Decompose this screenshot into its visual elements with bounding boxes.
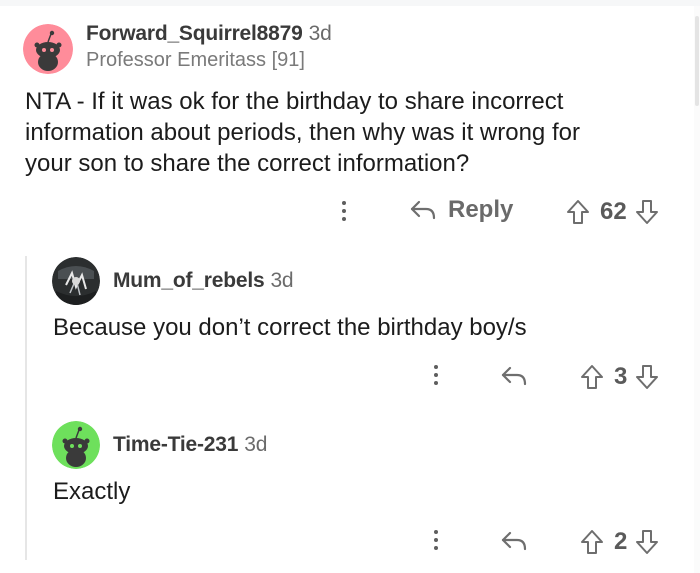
more-options-icon: [342, 201, 346, 205]
comment-body-line: Because you don’t correct the birthday b…: [53, 314, 527, 341]
more-options-button[interactable]: [433, 530, 439, 550]
comment-body-line: NTA - If it was ok for the birthday to s…: [25, 88, 564, 115]
more-options-icon: [434, 365, 438, 369]
comment-body-line: information about periods, then why was …: [25, 119, 580, 146]
username[interactable]: Mum_of_rebels: [113, 269, 265, 292]
comment-timestamp: 3d: [270, 269, 294, 292]
upvote-arrow-icon[interactable]: [580, 364, 604, 390]
downvote-arrow-icon[interactable]: [635, 529, 659, 555]
reply-button[interactable]: [499, 529, 529, 553]
snoo-avatar-icon: [23, 24, 73, 74]
comment-body: NTA - If it was ok for the birthday to s…: [25, 86, 685, 179]
avatar[interactable]: [52, 257, 100, 305]
username[interactable]: Time-Tie-231: [113, 433, 238, 456]
upvote-arrow-icon[interactable]: [580, 529, 604, 555]
profile-photo-icon: [52, 257, 100, 305]
upvote-arrow-icon[interactable]: [566, 199, 590, 225]
snoo-avatar-icon: [52, 421, 100, 469]
scrollbar[interactable]: [694, 6, 700, 573]
scrollbar-thumb[interactable]: [695, 16, 699, 106]
comment-author[interactable]: Mum_of_rebels 3d: [113, 269, 294, 293]
thread-line[interactable]: [25, 256, 27, 560]
comment-timestamp: 3d: [244, 433, 268, 456]
vote-count: 62: [600, 198, 627, 225]
more-options-icon: [434, 530, 438, 534]
comment-timestamp: 3d: [308, 22, 332, 45]
comment-author[interactable]: Time-Tie-231 3d: [113, 433, 267, 457]
comment-body: Exactly: [53, 476, 673, 507]
reply-button[interactable]: Reply: [408, 196, 513, 224]
avatar[interactable]: [23, 24, 73, 74]
reply-button[interactable]: [499, 364, 529, 388]
comment-body-line: your son to share the correct informatio…: [25, 150, 470, 177]
comment-body-line: Exactly: [53, 478, 131, 505]
reply-arrow-icon: [410, 200, 436, 220]
reply-label[interactable]: Reply: [448, 196, 513, 224]
more-options-button[interactable]: [341, 201, 347, 221]
comment-body: Because you don’t correct the birthday b…: [53, 312, 673, 343]
username[interactable]: Forward_Squirrel8879: [86, 22, 303, 45]
comment-author[interactable]: Forward_Squirrel8879 3d: [86, 22, 332, 46]
avatar[interactable]: [52, 421, 100, 469]
top-bar: [0, 0, 700, 6]
reply-arrow-icon: [501, 531, 527, 551]
vote-controls: 3: [580, 363, 659, 391]
reply-arrow-icon: [501, 366, 527, 386]
downvote-arrow-icon[interactable]: [635, 199, 659, 225]
vote-controls: 2: [580, 528, 659, 556]
downvote-arrow-icon[interactable]: [635, 364, 659, 390]
vote-count: 3: [614, 363, 628, 390]
vote-count: 2: [614, 528, 628, 555]
user-flair: Professor Emeritass [91]: [86, 49, 305, 71]
vote-controls: 62: [566, 198, 659, 226]
more-options-button[interactable]: [433, 365, 439, 385]
